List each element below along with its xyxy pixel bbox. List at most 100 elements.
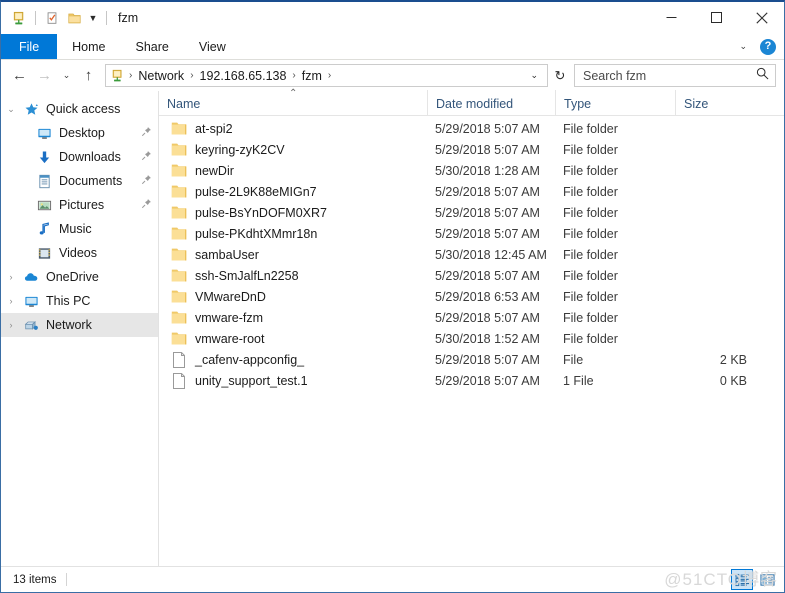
tab-home[interactable]: Home xyxy=(57,34,120,59)
folder-icon xyxy=(171,310,187,326)
sidebar-item-downloads[interactable]: Downloads xyxy=(1,145,158,169)
table-row[interactable]: pulse-PKdhtXMmr18n 5/29/2018 5:07 AM File … xyxy=(159,223,784,244)
table-row[interactable]: vmware-root 5/30/2018 1:52 AM File folder xyxy=(159,328,784,349)
chevron-down-icon[interactable]: ⌄ xyxy=(735,41,751,52)
breadcrumb-dropdown-icon[interactable]: ⌄ xyxy=(524,70,544,81)
date-modified-cell: 5/29/2018 5:07 AM xyxy=(435,142,540,157)
date-modified-cell: 5/29/2018 6:53 AM xyxy=(435,289,540,304)
back-button[interactable]: ← xyxy=(7,63,32,88)
date-modified-cell: 5/29/2018 5:07 AM xyxy=(435,268,540,283)
tab-view[interactable]: View xyxy=(184,34,241,59)
search-box[interactable] xyxy=(574,64,776,87)
chevron-right-icon[interactable]: › xyxy=(1,320,21,330)
breadcrumb-separator-2: › xyxy=(292,70,296,81)
type-cell: File folder xyxy=(563,142,618,157)
date-modified-cell: 5/29/2018 5:07 AM xyxy=(435,121,540,136)
breadcrumb[interactable]: › Network › 192.168.65.138 › fzm › ⌄ xyxy=(105,64,548,87)
file-name-label: unity_support_test.1 xyxy=(195,373,308,388)
date-modified-cell: 5/30/2018 1:28 AM xyxy=(435,163,540,178)
help-icon[interactable]: ? xyxy=(760,38,776,55)
search-input[interactable] xyxy=(583,68,756,83)
forward-button[interactable]: → xyxy=(32,63,57,88)
file-name-cell: _cafenv-appconfig_ xyxy=(159,351,427,368)
maximize-button[interactable] xyxy=(694,2,739,33)
window-title: fzm xyxy=(118,11,139,25)
table-row[interactable]: newDir 5/30/2018 1:28 AM File folder xyxy=(159,160,784,181)
large-icons-view-button[interactable] xyxy=(756,569,778,590)
chevron-right-icon[interactable]: › xyxy=(1,272,21,282)
new-folder-icon[interactable] xyxy=(63,7,85,29)
sidebar-item-pictures[interactable]: Pictures xyxy=(1,193,158,217)
minimize-button[interactable] xyxy=(649,2,694,33)
type-cell: File folder xyxy=(563,331,618,346)
sidebar-item-label: Pictures xyxy=(59,198,105,212)
network-folder-icon[interactable] xyxy=(8,7,30,29)
music-note-icon xyxy=(34,221,54,237)
table-row[interactable]: at-spi2 5/29/2018 5:07 AM File folder xyxy=(159,118,784,139)
file-name-cell: VMwareDnD xyxy=(159,289,427,305)
type-cell: File folder xyxy=(563,163,618,178)
chevron-down-icon[interactable]: ⌄ xyxy=(1,104,21,115)
date-modified-cell: 5/29/2018 5:07 AM xyxy=(435,226,540,241)
window-controls xyxy=(649,2,784,34)
sidebar-item-label: This PC xyxy=(46,294,91,308)
breadcrumb-item-host[interactable]: 192.168.65.138 xyxy=(196,69,291,83)
pin-icon[interactable] xyxy=(141,174,152,188)
pin-icon[interactable] xyxy=(141,126,152,140)
close-button[interactable] xyxy=(739,2,784,33)
sidebar-item-videos[interactable]: Videos xyxy=(1,241,158,265)
type-cell: 1 File xyxy=(563,373,594,388)
table-row[interactable]: ssh-SmJalfLn2258 5/29/2018 5:07 AM File fo… xyxy=(159,265,784,286)
qat-divider-2 xyxy=(106,11,107,25)
refresh-button[interactable]: ↻ xyxy=(548,64,572,87)
column-header-size[interactable]: Size xyxy=(675,90,765,115)
breadcrumb-item-fzm[interactable]: fzm xyxy=(298,69,326,83)
table-row[interactable]: keyring-zyK2CV 5/29/2018 5:07 AM File fold… xyxy=(159,139,784,160)
column-header-date-modified[interactable]: Date modified xyxy=(427,90,555,115)
sidebar-item-this-pc[interactable]: › This PC xyxy=(1,289,158,313)
pin-icon[interactable] xyxy=(141,150,152,164)
type-cell: File folder xyxy=(563,226,618,241)
details-view-button[interactable] xyxy=(731,569,753,590)
folder-icon xyxy=(171,184,187,200)
recent-locations-button[interactable]: ⌄ xyxy=(57,63,76,88)
sidebar-item-desktop[interactable]: Desktop xyxy=(1,121,158,145)
table-row[interactable]: vmware-fzm 5/29/2018 5:07 AM File folder xyxy=(159,307,784,328)
quick-access-toolbar: ▼ xyxy=(8,7,112,29)
chevron-right-icon[interactable]: › xyxy=(1,296,21,306)
table-row[interactable]: _cafenv-appconfig_ 5/29/2018 5:07 AM File 2… xyxy=(159,349,784,370)
file-name-label: at-spi2 xyxy=(195,121,233,136)
file-name-label: VMwareDnD xyxy=(195,289,266,304)
video-icon xyxy=(34,246,54,261)
sidebar-item-quick-access[interactable]: ⌄ Quick access xyxy=(1,97,158,121)
table-row[interactable]: pulse-BsYnDOFM0XR7 5/29/2018 5:07 AM File … xyxy=(159,202,784,223)
column-header-name-label: Name xyxy=(167,97,201,111)
table-row[interactable]: sambaUser 5/30/2018 12:45 AM File folder xyxy=(159,244,784,265)
tab-share[interactable]: Share xyxy=(121,34,184,59)
breadcrumb-item-network[interactable]: Network xyxy=(134,69,188,83)
sidebar-item-label: Quick access xyxy=(46,102,121,116)
pin-icon[interactable] xyxy=(141,198,152,212)
column-header-row: Name ⌃ Date modified Type Size xyxy=(159,88,784,116)
file-name-label: sambaUser xyxy=(195,247,259,262)
table-row[interactable]: unity_support_test.1 5/29/2018 5:07 AM 1 F… xyxy=(159,370,784,391)
download-icon xyxy=(34,150,54,165)
column-header-name[interactable]: Name ⌃ xyxy=(159,88,427,115)
properties-icon[interactable] xyxy=(41,7,63,29)
sidebar-item-onedrive[interactable]: › OneDrive xyxy=(1,265,158,289)
type-cell: File folder xyxy=(563,121,618,136)
sidebar-item-label: Desktop xyxy=(59,126,105,140)
sidebar-item-music[interactable]: Music xyxy=(1,217,158,241)
table-row[interactable]: pulse-2L9K88eMIGn7 5/29/2018 5:07 AM File … xyxy=(159,181,784,202)
column-header-type[interactable]: Type xyxy=(555,90,675,115)
qat-dropdown-caret[interactable]: ▼ xyxy=(85,7,101,29)
sidebar-item-documents[interactable]: Documents xyxy=(1,169,158,193)
sidebar-item-network[interactable]: › Network xyxy=(1,313,158,337)
table-row[interactable]: VMwareDnD 5/29/2018 6:53 AM File folder xyxy=(159,286,784,307)
folder-icon xyxy=(171,205,187,221)
search-icon[interactable] xyxy=(756,67,769,85)
type-cell: File folder xyxy=(563,205,618,220)
tab-file[interactable]: File xyxy=(1,34,58,59)
file-name-label: ssh-SmJalfLn2258 xyxy=(195,268,299,283)
up-button[interactable]: ↑ xyxy=(76,63,101,88)
